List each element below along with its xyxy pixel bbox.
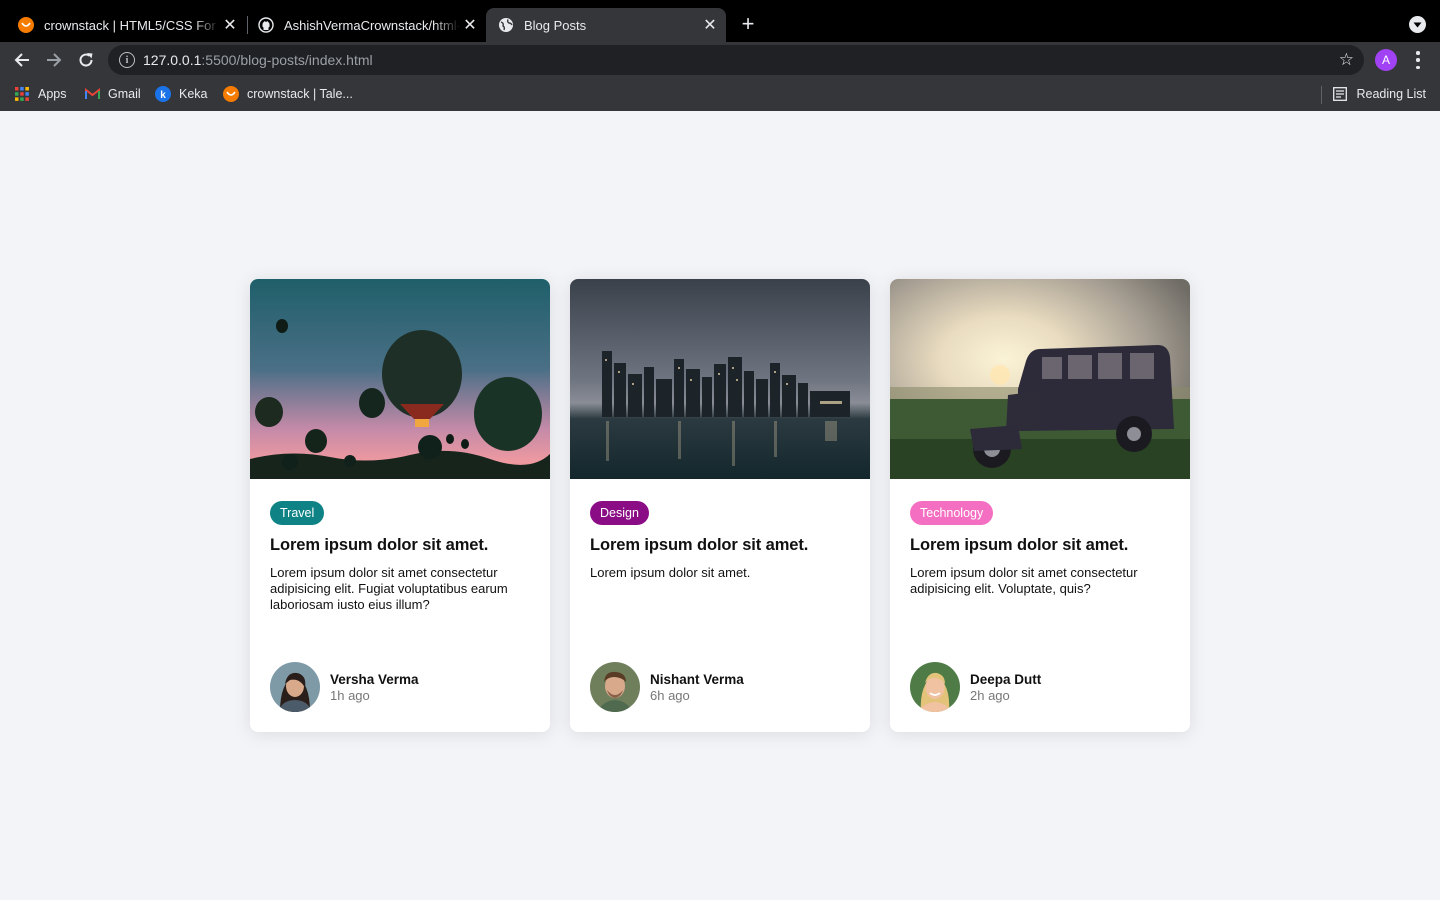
reading-list-icon: [1332, 86, 1349, 102]
blog-card[interactable]: Technology Lorem ipsum dolor sit amet. L…: [890, 279, 1190, 732]
bookmark-label: crownstack | Tale...: [247, 87, 353, 101]
close-tab-icon[interactable]: ✕: [220, 15, 240, 35]
url-host: 127.0.0.1: [143, 52, 202, 68]
bookmark-apps[interactable]: Apps: [14, 84, 67, 104]
blog-card[interactable]: Travel Lorem ipsum dolor sit amet. Lorem…: [250, 279, 550, 732]
arrow-left-icon: [14, 53, 29, 67]
card-author: Deepa Dutt 2h ago: [910, 662, 1041, 712]
tab-title: AshishVermaCrownstack/html-: [284, 17, 460, 33]
category-badge[interactable]: Travel: [270, 501, 325, 525]
new-tab-button[interactable]: +: [737, 13, 759, 36]
category-badge[interactable]: Design: [590, 501, 649, 525]
card-image-balloons: [250, 279, 550, 479]
card-image-jeep: [890, 279, 1190, 479]
card-excerpt: Lorem ipsum dolor sit amet consectetur a…: [270, 565, 508, 612]
bookmark-gmail[interactable]: Gmail: [84, 84, 141, 104]
card-author: Nishant Verma 6h ago: [590, 662, 744, 712]
bookmark-star-icon[interactable]: ☆: [1339, 50, 1354, 70]
bookmark-keka[interactable]: k Keka: [155, 84, 208, 104]
github-icon: [258, 17, 274, 33]
tab-search-button[interactable]: [1409, 16, 1426, 33]
post-time: 2h ago: [970, 687, 1010, 703]
avatar: [910, 662, 960, 712]
close-tab-icon[interactable]: ✕: [700, 15, 720, 35]
post-time: 1h ago: [330, 687, 370, 703]
bookmarks-separator: [1321, 86, 1322, 104]
category-badge[interactable]: Technology: [910, 501, 994, 525]
crownstack-favicon: [18, 17, 34, 33]
bookmark-label: Gmail: [108, 87, 141, 101]
blog-cards: Travel Lorem ipsum dolor sit amet. Lorem…: [250, 279, 1190, 732]
crownstack-favicon: [223, 86, 239, 102]
card-excerpt: Lorem ipsum dolor sit amet consectetur a…: [910, 565, 1138, 596]
browser-chrome: crownstack | HTML5/CSS For b ✕ AshishVer…: [0, 0, 1440, 111]
author-name[interactable]: Deepa Dutt: [970, 672, 1041, 687]
card-title[interactable]: Lorem ipsum dolor sit amet.: [910, 536, 1170, 555]
author-name[interactable]: Nishant Verma: [650, 672, 744, 687]
site-info-icon[interactable]: i: [119, 52, 135, 68]
back-button[interactable]: [10, 48, 34, 72]
close-tab-icon[interactable]: ✕: [460, 15, 480, 35]
bookmarks-bar: Apps Gmail k Keka crownstack | Tale... R: [0, 78, 1440, 111]
card-excerpt: Lorem ipsum dolor sit amet.: [590, 565, 751, 580]
blog-card[interactable]: Design Lorem ipsum dolor sit amet. Lorem…: [570, 279, 870, 732]
reload-icon: [79, 53, 93, 67]
gmail-icon: [84, 86, 100, 102]
reading-list-label: Reading List: [1356, 87, 1427, 101]
tab-title: Blog Posts: [524, 17, 587, 33]
reload-button[interactable]: [74, 48, 98, 72]
page-viewport: Travel Lorem ipsum dolor sit amet. Lorem…: [0, 111, 1440, 900]
card-author: Versha Verma 1h ago: [270, 662, 419, 712]
avatar: [590, 662, 640, 712]
tab-title: crownstack | HTML5/CSS For b: [44, 17, 220, 33]
card-title[interactable]: Lorem ipsum dolor sit amet.: [270, 536, 530, 555]
apps-grid-icon: [14, 86, 30, 102]
browser-toolbar: i 127.0.0.1:5500/blog-posts/index.html ☆…: [0, 42, 1440, 78]
tab-github[interactable]: AshishVermaCrownstack/html- ✕: [246, 8, 486, 42]
keka-icon: k: [155, 86, 171, 102]
svg-text:k: k: [160, 90, 166, 101]
chevron-down-icon: [1413, 22, 1422, 27]
url-path: :5500/blog-posts/index.html: [201, 52, 373, 68]
avatar: [270, 662, 320, 712]
browser-menu-icon[interactable]: [1410, 51, 1426, 69]
profile-avatar[interactable]: A: [1375, 49, 1397, 71]
tab-strip: crownstack | HTML5/CSS For b ✕ AshishVer…: [0, 0, 1440, 42]
arrow-right-icon: [47, 53, 62, 67]
post-time: 6h ago: [650, 687, 690, 703]
card-title[interactable]: Lorem ipsum dolor sit amet.: [590, 536, 850, 555]
globe-icon: [498, 17, 514, 33]
forward-button[interactable]: [42, 48, 66, 72]
bookmark-label: Keka: [179, 87, 208, 101]
bookmark-label: Apps: [38, 87, 67, 101]
address-bar[interactable]: i 127.0.0.1:5500/blog-posts/index.html ☆: [108, 45, 1364, 75]
tab-crownstack[interactable]: crownstack | HTML5/CSS For b ✕: [6, 8, 246, 42]
bookmark-crownstack[interactable]: crownstack | Tale...: [223, 84, 353, 104]
card-image-skyline: [570, 279, 870, 479]
author-name[interactable]: Versha Verma: [330, 672, 419, 687]
reading-list-button[interactable]: Reading List: [1332, 84, 1427, 104]
tab-blog-posts[interactable]: Blog Posts ✕: [486, 8, 726, 42]
